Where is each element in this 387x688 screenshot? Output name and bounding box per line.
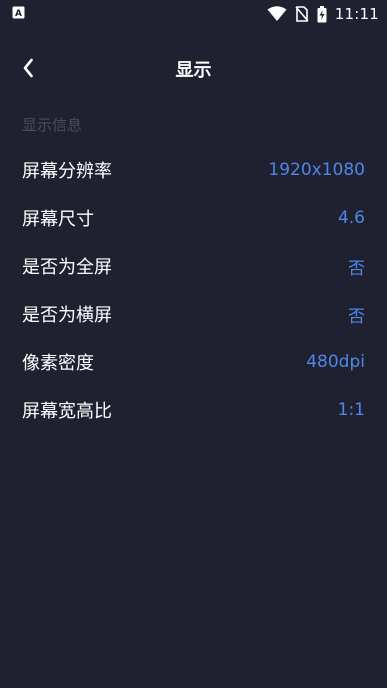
- row-fullscreen: 是否为全屏 否: [0, 242, 387, 290]
- page-title: 显示: [175, 60, 212, 81]
- row-screen-resolution: 屏幕分辨率 1920x1080: [0, 146, 387, 194]
- row-pixel-density: 像素密度 480dpi: [0, 338, 387, 386]
- row-screen-size: 屏幕尺寸 4.6: [0, 194, 387, 242]
- row-value: 1920x1080: [268, 160, 365, 180]
- row-value: 否: [348, 258, 365, 279]
- section-title: 显示信息: [22, 116, 83, 134]
- battery-charging-icon: [317, 5, 327, 23]
- row-value: 1:1: [337, 400, 365, 420]
- row-label: 屏幕尺寸: [22, 209, 94, 230]
- row-label: 是否为横屏: [22, 305, 112, 326]
- row-value: 480dpi: [306, 352, 365, 372]
- row-aspect-ratio: 屏幕宽高比 1:1: [0, 386, 387, 434]
- row-label: 屏幕分辨率: [22, 161, 112, 182]
- row-value: 4.6: [337, 208, 365, 228]
- display-info-list: 屏幕分辨率 1920x1080 屏幕尺寸 4.6 是否为全屏 否 是否为横屏 否…: [0, 146, 387, 434]
- row-label: 屏幕宽高比: [22, 401, 112, 422]
- row-label: 是否为全屏: [22, 257, 112, 278]
- row-landscape: 是否为横屏 否: [0, 290, 387, 338]
- row-value: 否: [348, 306, 365, 327]
- a-badge-icon: A: [12, 6, 25, 19]
- row-label: 像素密度: [22, 353, 94, 374]
- status-time: 11:11: [334, 5, 379, 23]
- no-sim-icon: [295, 6, 309, 22]
- status-bar: A 11:11: [0, 0, 387, 28]
- svg-text:A: A: [15, 9, 22, 19]
- header: 显示: [0, 44, 387, 92]
- status-icons: 11:11: [267, 4, 379, 24]
- wifi-icon: [267, 6, 287, 22]
